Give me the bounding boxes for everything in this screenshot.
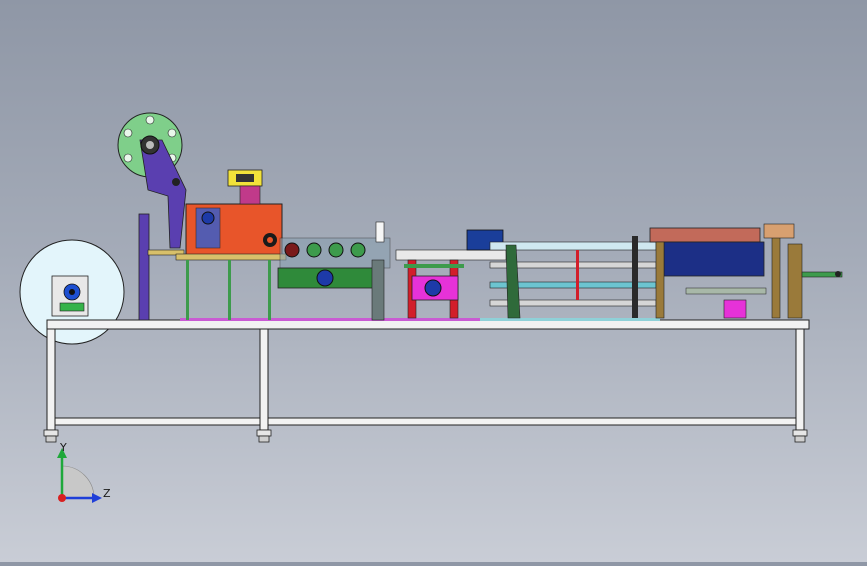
roller-train	[277, 221, 391, 321]
triad-z-label: Z	[103, 487, 111, 500]
magenta-cutter-unit[interactable]	[395, 249, 507, 319]
main-frame	[43, 318, 810, 443]
machine-assembly-drawing: Y Z	[19, 112, 843, 503]
output-conveyor	[801, 271, 843, 278]
triad-y-label: Y	[59, 441, 67, 454]
rail-section	[489, 236, 657, 319]
cad-viewport[interactable]: Y Z	[0, 0, 867, 562]
green-reel-assembly[interactable]	[117, 112, 187, 249]
coordinate-triad: Y Z	[57, 441, 111, 503]
right-collator-unit[interactable]	[649, 223, 803, 319]
orange-processing-unit[interactable]	[175, 203, 287, 320]
yellow-sensor-box	[227, 169, 263, 205]
